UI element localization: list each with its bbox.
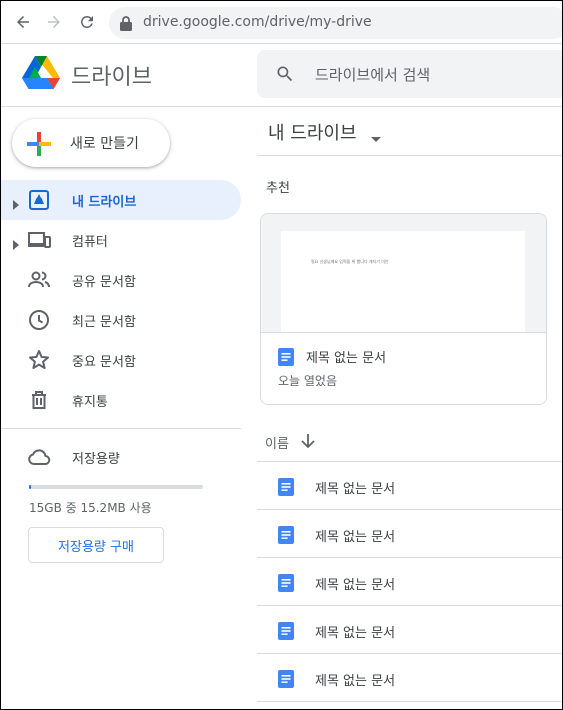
plus-icon: [26, 131, 52, 161]
expand-caret-icon[interactable]: [13, 195, 19, 214]
sidebar: 새로 만들기 내 드라이브 컴퓨터 공유 문서함 최근 문서함 중요 문서함 휴…: [1, 107, 257, 709]
sidebar-item-storage[interactable]: 저장용량: [1, 437, 241, 477]
storage-progress-fill: [29, 485, 31, 489]
url-text: drive.google.com/drive/my-drive: [143, 14, 372, 30]
search-placeholder: 드라이브에서 검색: [315, 66, 431, 84]
drive-logo-icon[interactable]: [22, 56, 60, 94]
file-name: 제목 없는 문서: [315, 530, 396, 545]
sidebar-item-label: 중요 문서함: [72, 355, 136, 370]
file-row[interactable]: 제목 없는 문서: [257, 606, 562, 654]
file-row[interactable]: 제목 없는 문서: [257, 558, 562, 606]
file-name: 제목 없는 문서: [315, 674, 396, 689]
cloud-icon: [27, 445, 51, 469]
doc-icon: [278, 478, 294, 500]
doc-icon: [278, 348, 294, 370]
doc-icon: [278, 574, 294, 596]
storage-usage-text: 15GB 중 15.2MB 사용: [29, 501, 152, 515]
forward-arrow-icon[interactable]: [43, 11, 65, 33]
app-header: 드라이브 드라이브에서 검색: [1, 44, 562, 107]
sidebar-item-label: 공유 문서함: [72, 275, 136, 290]
storage-label: 저장용량: [72, 452, 120, 467]
sidebar-item-my-drive[interactable]: 내 드라이브: [1, 180, 241, 220]
sidebar-item-starred[interactable]: 중요 문서함: [1, 340, 241, 380]
sort-by-name-header[interactable]: 이름: [265, 433, 289, 452]
file-name: 제목 없는 문서: [315, 626, 396, 641]
page-title[interactable]: 내 드라이브: [268, 119, 357, 145]
new-button[interactable]: 새로 만들기: [12, 119, 170, 167]
computers-icon: [27, 228, 51, 252]
suggested-file-card[interactable]: 필요 선생님께요 입력을 위 봤니다 개지기 미안 제목 없는 문서 오늘 열었…: [260, 213, 547, 405]
expand-caret-icon[interactable]: [13, 235, 19, 254]
trash-icon: [27, 388, 51, 412]
card-file-subtitle: 오늘 열었음: [278, 374, 338, 388]
browser-toolbar: drive.google.com/drive/my-drive: [1, 1, 562, 44]
sidebar-item-shared[interactable]: 공유 문서함: [1, 260, 241, 300]
dropdown-arrow-icon[interactable]: [371, 127, 381, 146]
buy-storage-button[interactable]: 저장용량 구매: [28, 527, 164, 563]
clock-icon: [27, 308, 51, 332]
back-arrow-icon[interactable]: [12, 11, 34, 33]
sidebar-item-label: 휴지통: [72, 395, 108, 410]
reload-icon[interactable]: [76, 11, 98, 33]
sidebar-item-label: 컴퓨터: [72, 235, 108, 250]
browser-window: drive.google.com/drive/my-drive 드라이브 드라이…: [0, 0, 563, 710]
page-title-row: 내 드라이브: [257, 107, 562, 156]
file-list-header: 이름: [257, 429, 562, 462]
file-name: 제목 없는 문서: [315, 482, 396, 497]
main-content: 내 드라이브 추천 필요 선생님께요 입력을 위 봤니다 개지기 미안 제목 없…: [257, 107, 562, 709]
new-button-label: 새로 만들기: [70, 136, 139, 152]
search-icon[interactable]: [275, 64, 295, 88]
document-preview: 필요 선생님께요 입력을 위 봤니다 개지기 미안: [281, 231, 525, 332]
lock-icon: [119, 15, 133, 35]
sidebar-item-label: 최근 문서함: [72, 315, 136, 330]
star-icon: [27, 348, 51, 372]
sidebar-item-recent[interactable]: 최근 문서함: [1, 300, 241, 340]
search-input[interactable]: 드라이브에서 검색: [257, 50, 562, 98]
shared-icon: [27, 268, 51, 292]
doc-icon: [278, 670, 294, 692]
preview-text: 필요 선생님께요 입력을 위 봤니다 개지기 미안: [311, 259, 389, 264]
sidebar-divider: [1, 428, 241, 429]
file-row[interactable]: 제목 없는 문서: [257, 462, 562, 510]
file-row[interactable]: 제목 없는 문서: [257, 510, 562, 558]
sidebar-item-computers[interactable]: 컴퓨터: [1, 220, 241, 260]
storage-progress-bar: [29, 485, 203, 489]
file-row[interactable]: 제목 없는 문서: [257, 654, 562, 702]
suggested-heading: 추천: [266, 181, 290, 196]
sort-arrow-down-icon[interactable]: [301, 433, 315, 453]
doc-icon: [278, 622, 294, 644]
doc-icon: [278, 526, 294, 548]
address-bar[interactable]: drive.google.com/drive/my-drive: [109, 7, 562, 39]
card-file-name: 제목 없는 문서: [306, 351, 387, 366]
sidebar-item-label: 내 드라이브: [72, 195, 137, 210]
app-title: 드라이브: [71, 65, 152, 90]
my-drive-icon: [27, 188, 51, 212]
sidebar-item-trash[interactable]: 휴지통: [1, 380, 241, 420]
file-name: 제목 없는 문서: [315, 578, 396, 593]
file-thumbnail: 필요 선생님께요 입력을 위 봤니다 개지기 미안: [261, 214, 546, 333]
